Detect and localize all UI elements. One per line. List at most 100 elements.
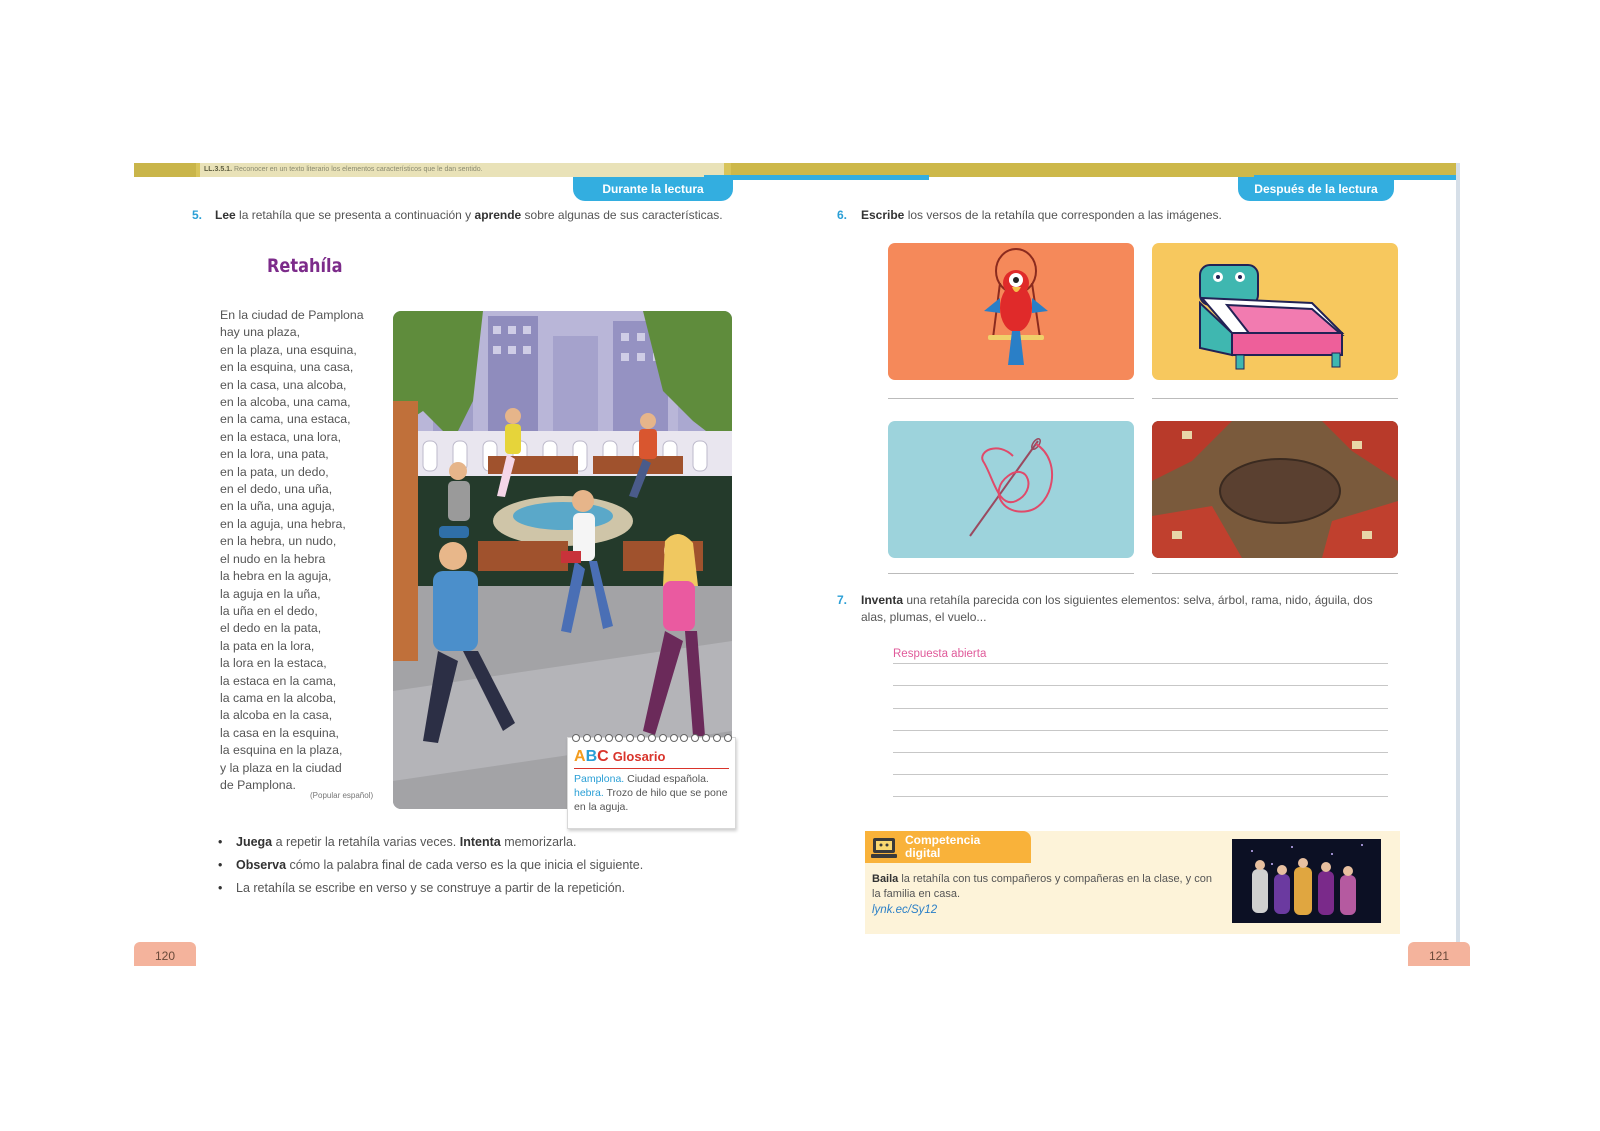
question-7-number: 7. — [837, 593, 848, 607]
poem-line: en el dedo, una uña, — [220, 482, 333, 497]
parrot-on-swing-image — [984, 248, 1048, 365]
answer-line[interactable] — [1152, 573, 1398, 574]
bullet-item: La retahíla se escribe en verso y se con… — [218, 877, 643, 900]
poem-line: hay una plaza, — [220, 325, 300, 340]
glossary-title: Glosario — [612, 749, 666, 764]
question-6-text: Escribe los versos de la retahíla que co… — [861, 207, 1222, 224]
glossary-entry-hebra: hebra. Trozo de hilo que se pone en la a… — [574, 786, 729, 814]
abc-icon: ABC — [574, 748, 609, 765]
poem-line: en la esquina, una casa, — [220, 360, 354, 375]
poem-line: en la pata, un dedo, — [220, 464, 329, 479]
poem-line: en la casa, una alcoba, — [220, 377, 347, 392]
glossary-definition: Ciudad española. — [624, 773, 709, 785]
poem-line: la pata en la lora, — [220, 638, 315, 653]
question-6-number: 6. — [837, 208, 848, 222]
video-thumbnail[interactable] — [1232, 839, 1381, 923]
poem-line: la cama en la alcoba, — [220, 690, 337, 705]
bullet-list: Juega a repetir la retahíla varias veces… — [218, 831, 643, 900]
writing-line[interactable] — [893, 774, 1388, 775]
poem-line: la casa en la esquina, — [220, 725, 339, 740]
poem-line: la alcoba en la casa, — [220, 708, 333, 723]
question-5-number: 5. — [192, 208, 203, 222]
glossary-body: Pamplona. Ciudad española. hebra. Trozo … — [574, 772, 729, 814]
top-bar-left: LL.3.5.1. Reconocer en un texto literari… — [134, 163, 731, 177]
image-bed-card — [1152, 243, 1398, 380]
q5-bold-lee: Lee — [215, 208, 236, 222]
blue-stripe-left — [704, 175, 929, 180]
image-needle-thread-card — [888, 421, 1134, 558]
glossary-box: ABC Glosario Pamplona. Ciudad española. h… — [567, 734, 736, 829]
digital-competence-tag: Competencia digital — [865, 831, 1031, 863]
skill-code: LL.3.5.1. Reconocer en un texto literari… — [200, 163, 724, 177]
poem-source: (Popular español) — [310, 791, 374, 800]
writing-line[interactable] — [893, 663, 1388, 664]
resource-link[interactable]: lynk.ec/Sy12 — [872, 904, 937, 916]
poem-title: Retahíla — [267, 255, 343, 277]
image-parrot-card — [888, 243, 1134, 380]
poem-line: el dedo en la pata, — [220, 621, 322, 636]
poem-text: En la ciudad de Pamplona hay una plaza, en… — [220, 307, 390, 794]
poem-line: en la plaza, una esquina, — [220, 342, 357, 357]
answer-line[interactable] — [888, 398, 1134, 399]
q6-bold: Escribe — [861, 208, 905, 222]
performance-photo — [1232, 839, 1381, 923]
poem-line: en la aguja, una hebra, — [220, 516, 346, 531]
poem-line: la uña en el dedo, — [220, 603, 318, 618]
glossary-term: hebra. — [574, 787, 604, 799]
bed-image — [1199, 264, 1345, 370]
poem-line: en la lora, una pata, — [220, 447, 329, 462]
poem-line: la aguja en la uña, — [220, 586, 321, 601]
answer-line[interactable] — [1152, 398, 1398, 399]
digital-competence-label: Competencia digital — [905, 833, 981, 860]
tab-after-reading: Después de la lectura — [1238, 177, 1394, 201]
question-5-text: Lee la retahíla que se presenta a contin… — [215, 207, 723, 224]
poem-line: En la ciudad de Pamplona — [220, 308, 364, 322]
skill-code-label: LL.3.5.1. — [204, 166, 233, 173]
image-city-aerial-card — [1152, 421, 1398, 558]
page-edge — [1456, 163, 1460, 963]
q5-end: sobre algunas de sus características. — [521, 208, 723, 222]
top-bar-stub — [134, 163, 196, 177]
q5-mid: la retahíla que se presenta a continuaci… — [235, 208, 475, 222]
writing-line[interactable] — [893, 685, 1388, 686]
glossary-entry-pamplona: Pamplona. Ciudad española. — [574, 772, 729, 786]
laptop-icon — [871, 838, 897, 858]
page-number-left: 120 — [134, 942, 196, 966]
needle-thread-image — [969, 438, 1053, 537]
poem-line: en la cama, una estaca, — [220, 412, 351, 427]
poem-line: la lora en la estaca, — [220, 656, 327, 671]
glossary-rings — [572, 734, 732, 742]
writing-line[interactable] — [893, 752, 1388, 753]
glossary-term: Pamplona. — [574, 773, 625, 785]
page-number-right: 121 — [1408, 942, 1470, 966]
writing-line[interactable] — [893, 730, 1388, 731]
city-aerial-image — [1152, 421, 1398, 558]
q7-text: una retahíla parecida con los siguientes… — [861, 593, 1373, 624]
bullet-item: Juega a repetir la retahíla varias veces… — [218, 831, 643, 854]
poem-line: en la alcoba, una cama, — [220, 395, 351, 410]
poem-line: en la hebra, un nudo, — [220, 534, 337, 549]
digital-competence-box: Competencia digital Baila la retahíla con… — [865, 831, 1400, 934]
textbook-spread: LL.3.5.1. Reconocer en un texto literari… — [134, 163, 1470, 966]
glossary-header: ABC Glosario — [574, 748, 665, 766]
q7-bold: Inventa — [861, 593, 904, 607]
poem-line: en la estaca, una lora, — [220, 429, 341, 444]
q6-text: los versos de la retahíla que correspond… — [904, 208, 1222, 222]
glossary-divider — [574, 768, 729, 769]
answer-hint: Respuesta abierta — [893, 648, 987, 660]
poem-line: en la uña, una aguja, — [220, 499, 335, 514]
poem-line: la estaca en la cama, — [220, 673, 337, 688]
poem-line: y la plaza en la ciudad — [220, 760, 342, 775]
question-7-text: Inventa una retahíla parecida con los si… — [861, 592, 1381, 626]
poem-line: la hebra en la aguja, — [220, 569, 332, 584]
tab-during-reading: Durante la lectura — [573, 177, 733, 201]
poem-line: el nudo en la hebra — [220, 551, 326, 566]
q5-bold-aprende: aprende — [474, 208, 522, 222]
answer-line[interactable] — [888, 573, 1134, 574]
writing-line[interactable] — [893, 708, 1388, 709]
skill-code-text: Reconocer en un texto literario los elem… — [233, 166, 483, 173]
digital-instruction: Baila la retahíla con tus compañeros y c… — [872, 873, 1212, 900]
bullet-item: Observa cómo la palabra final de cada ve… — [218, 854, 643, 877]
poem-line: la esquina en la plaza, — [220, 743, 343, 758]
writing-line[interactable] — [893, 796, 1388, 797]
